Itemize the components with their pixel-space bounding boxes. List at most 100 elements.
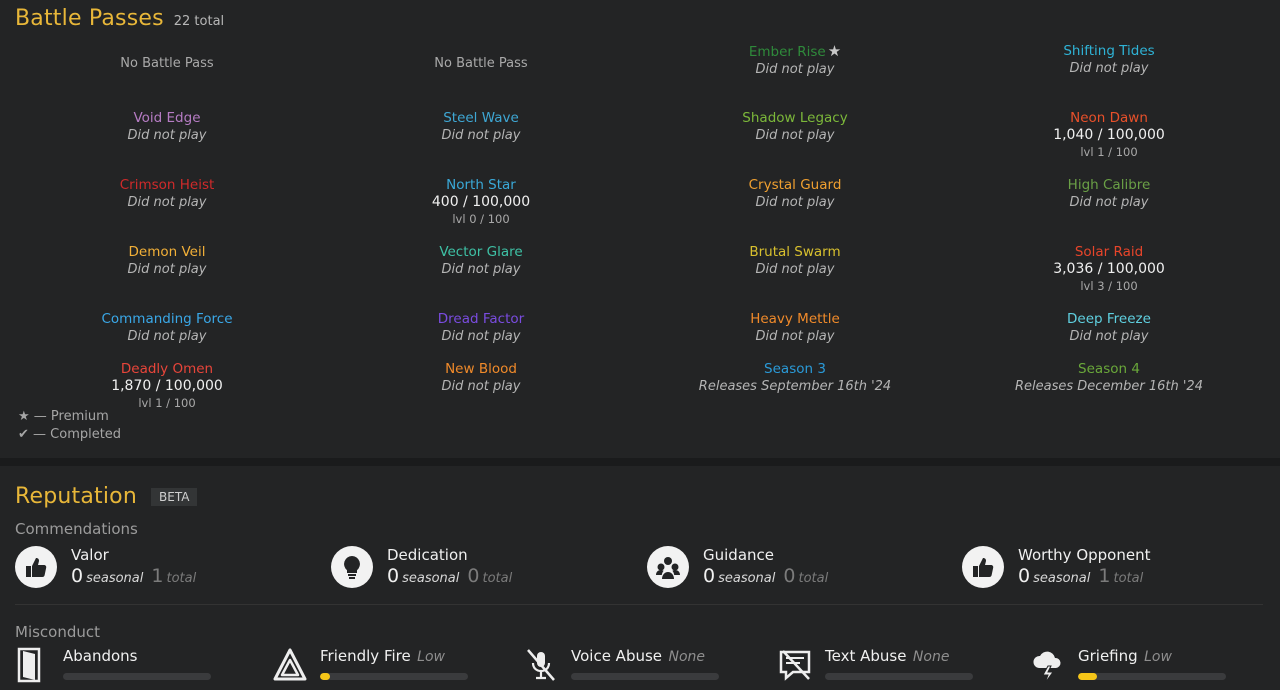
battle-pass-name: Brutal Swarm [749, 244, 841, 260]
door-exit-icon [15, 646, 51, 684]
battle-pass-status: Did not play [1069, 329, 1149, 344]
battle-pass-card[interactable]: Void Edge Did not play [10, 107, 324, 174]
misconduct-name-line: Abandons [63, 646, 211, 665]
battle-pass-card[interactable]: No Battle Pass [10, 40, 324, 107]
battle-pass-card[interactable]: High Calibre Did not play [952, 174, 1266, 241]
misconduct-bar [1078, 673, 1226, 680]
battle-pass-grid: No Battle Pass No Battle Pass Ember Rise ★ D… [10, 40, 1265, 442]
commendation-dedication: Dedication 0 seasonal 0 total [331, 546, 512, 588]
battle-pass-status: Did not play [755, 329, 835, 344]
misconduct-text: Text Abuse None [825, 646, 973, 680]
misconduct-name: Griefing [1078, 647, 1138, 665]
battle-pass-status: Did not play [127, 195, 207, 210]
battle-pass-name-line: Neon Dawn [952, 110, 1266, 127]
battle-pass-card[interactable]: Season 3 Releases September 16th '24 [638, 358, 952, 442]
commendation-name: Worthy Opponent [1018, 546, 1151, 564]
thumbs-up-icon [15, 546, 57, 588]
misconduct-level: Low [1139, 649, 1172, 665]
battle-pass-card[interactable]: Neon Dawn 1,040 / 100,000 lvl 1 / 100 [952, 107, 1266, 174]
battle-pass-card[interactable]: Demon Veil Did not play [10, 241, 324, 308]
commendation-seasonal-value: 0 [703, 565, 716, 587]
reputation-panel: Reputation BETA Commendations Valor 0 seas… [0, 466, 1280, 690]
battle-pass-card[interactable]: Shadow Legacy Did not play [638, 107, 952, 174]
battle-pass-status: Did not play [755, 262, 835, 277]
thumbs-up-icon [962, 546, 1004, 588]
misconduct-label: Misconduct [15, 623, 101, 641]
misconduct-abandons: Abandons [15, 646, 211, 684]
battle-pass-xp: 1,870 / 100,000 [111, 378, 223, 394]
battle-pass-level: lvl 0 / 100 [452, 212, 510, 226]
commendation-total-value: 1 [151, 565, 164, 587]
section-divider [0, 458, 1280, 466]
battle-pass-name-line: Dread Factor [324, 311, 638, 328]
misconduct-griefing: Griefing Low [1030, 646, 1226, 684]
misconduct-level: Low [412, 649, 445, 665]
battle-pass-status: Did not play [441, 262, 521, 277]
misconduct-voice-abuse: Voice Abuse None [523, 646, 719, 684]
misconduct-name: Voice Abuse [571, 647, 663, 665]
misconduct-text: Abandons [63, 646, 211, 680]
misconduct-bar-fill [1078, 673, 1098, 680]
battle-pass-name-line: High Calibre [952, 177, 1266, 194]
battle-pass-status: Did not play [127, 329, 207, 344]
battle-pass-name-line: Void Edge [10, 110, 324, 127]
misconduct-text: Griefing Low [1078, 646, 1226, 680]
battle-pass-name: Neon Dawn [1070, 110, 1148, 126]
commendation-text: Guidance 0 seasonal 0 total [703, 546, 828, 587]
battle-pass-card[interactable]: Steel Wave Did not play [324, 107, 638, 174]
battle-pass-card[interactable]: Shifting Tides Did not play [952, 40, 1266, 107]
battle-pass-name: Dread Factor [437, 311, 525, 327]
battle-pass-card[interactable]: North Star 400 / 100,000 lvl 0 / 100 [324, 174, 638, 241]
battle-pass-card[interactable]: Crimson Heist Did not play [10, 174, 324, 241]
legend-premium: ★ — Premium [18, 409, 109, 424]
commendation-worthy-opponent: Worthy Opponent 0 seasonal 1 total [962, 546, 1150, 588]
commendation-name: Dedication [387, 546, 468, 564]
seasonal-unit-label: seasonal [86, 571, 144, 586]
battle-pass-card[interactable]: Solar Raid 3,036 / 100,000 lvl 3 / 100 [952, 241, 1266, 308]
misconduct-text: Friendly Fire Low [320, 646, 468, 680]
battle-pass-card[interactable]: Season 4 Releases December 16th '24 [952, 358, 1266, 442]
battle-pass-card[interactable]: Vector Glare Did not play [324, 241, 638, 308]
misconduct-name: Text Abuse [825, 647, 907, 665]
battle-pass-name: Solar Raid [1074, 244, 1144, 260]
misconduct-text-abuse: Text Abuse None [777, 646, 973, 684]
battle-pass-name-line: Heavy Mettle [638, 311, 952, 328]
battle-pass-name-line: Vector Glare [324, 244, 638, 261]
commendation-values: 0 seasonal 1 total [71, 565, 196, 587]
misconduct-bar [63, 673, 211, 680]
battle-pass-status: Did not play [755, 195, 835, 210]
commendation-guidance: Guidance 0 seasonal 0 total [647, 546, 828, 588]
commendations-label: Commendations [15, 520, 138, 538]
misconduct-level: None [908, 649, 950, 665]
battle-pass-xp: 400 / 100,000 [431, 194, 531, 210]
battle-pass-empty-label: No Battle Pass [120, 56, 214, 71]
misconduct-bar [320, 673, 468, 680]
battle-pass-card[interactable]: No Battle Pass [324, 40, 638, 107]
commendation-seasonal-value: 0 [1018, 565, 1031, 587]
battle-pass-name: Commanding Force [101, 311, 233, 327]
total-unit-label: total [1113, 571, 1144, 586]
commendation-total-value: 0 [783, 565, 796, 587]
team-icon [647, 546, 689, 588]
battle-pass-status: Did not play [1069, 61, 1149, 76]
battle-pass-name: Void Edge [133, 110, 201, 126]
battle-pass-name: Steel Wave [443, 110, 519, 126]
battle-pass-card[interactable]: New Blood Did not play [324, 358, 638, 442]
misconduct-friendly-fire: Friendly Fire Low [272, 646, 468, 684]
battle-pass-name: Ember Rise [748, 44, 826, 60]
battle-pass-status: Did not play [1069, 195, 1149, 210]
premium-star-icon: ★ [827, 42, 842, 60]
triangle-warning-icon [272, 646, 308, 684]
commendation-seasonal-value: 0 [71, 565, 84, 587]
battle-pass-card[interactable]: Crystal Guard Did not play [638, 174, 952, 241]
battle-pass-card[interactable]: Brutal Swarm Did not play [638, 241, 952, 308]
battle-pass-name: Deadly Omen [120, 361, 214, 377]
battle-pass-status: Releases September 16th '24 [698, 379, 892, 394]
battle-passes-panel: Battle Passes 22 total No Battle Pass No … [0, 0, 1280, 458]
battle-pass-xp: 1,040 / 100,000 [1053, 127, 1165, 143]
misconduct-name-line: Friendly Fire Low [320, 646, 468, 665]
reputation-header: Reputation BETA [15, 484, 198, 509]
battle-pass-legend: ★ — Premium ✔ — Completed [18, 408, 121, 444]
battle-pass-card[interactable]: Ember Rise ★ Did not play [638, 40, 952, 107]
battle-passes-header: Battle Passes 22 total [15, 6, 224, 31]
